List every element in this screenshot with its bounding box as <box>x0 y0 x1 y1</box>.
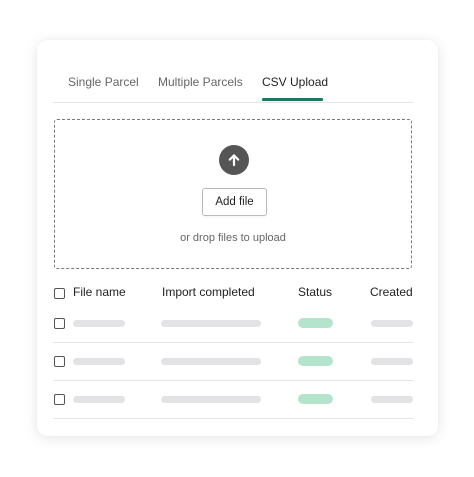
row-checkbox[interactable] <box>54 394 65 405</box>
drop-files-hint: or drop files to upload <box>180 232 286 244</box>
created-placeholder <box>371 396 413 403</box>
file-dropzone[interactable]: Add file or drop files to upload <box>54 119 412 269</box>
tab-csv-upload[interactable]: CSV Upload <box>262 75 328 89</box>
created-placeholder <box>371 320 413 327</box>
column-header-import-completed[interactable]: Import completed <box>162 285 255 299</box>
column-header-file-name[interactable]: File name <box>73 285 126 299</box>
tab-multiple-parcels[interactable]: Multiple Parcels <box>158 75 243 89</box>
created-placeholder <box>371 358 413 365</box>
table-header-row: File name Import completed Status Create… <box>53 283 413 303</box>
import-completed-placeholder <box>161 396 261 403</box>
file-name-placeholder <box>73 396 125 403</box>
active-tab-indicator <box>262 98 323 101</box>
table-row[interactable] <box>53 380 413 419</box>
table-row[interactable] <box>53 342 413 381</box>
tab-bar: Single Parcel Multiple Parcels CSV Uploa… <box>53 40 413 103</box>
status-badge <box>298 318 333 328</box>
upload-card: Single Parcel Multiple Parcels CSV Uploa… <box>37 40 438 436</box>
add-file-button[interactable]: Add file <box>202 188 267 216</box>
file-name-placeholder <box>73 320 125 327</box>
row-checkbox[interactable] <box>54 318 65 329</box>
tab-single-parcel[interactable]: Single Parcel <box>68 75 139 89</box>
import-completed-placeholder <box>161 320 261 327</box>
import-completed-placeholder <box>161 358 261 365</box>
table-row[interactable] <box>53 304 413 343</box>
select-all-checkbox[interactable] <box>54 288 65 299</box>
file-name-placeholder <box>73 358 125 365</box>
column-header-created[interactable]: Created <box>370 285 413 299</box>
status-badge <box>298 356 333 366</box>
row-checkbox[interactable] <box>54 356 65 367</box>
upload-arrow-icon <box>219 145 249 175</box>
status-badge <box>298 394 333 404</box>
column-header-status[interactable]: Status <box>298 285 332 299</box>
